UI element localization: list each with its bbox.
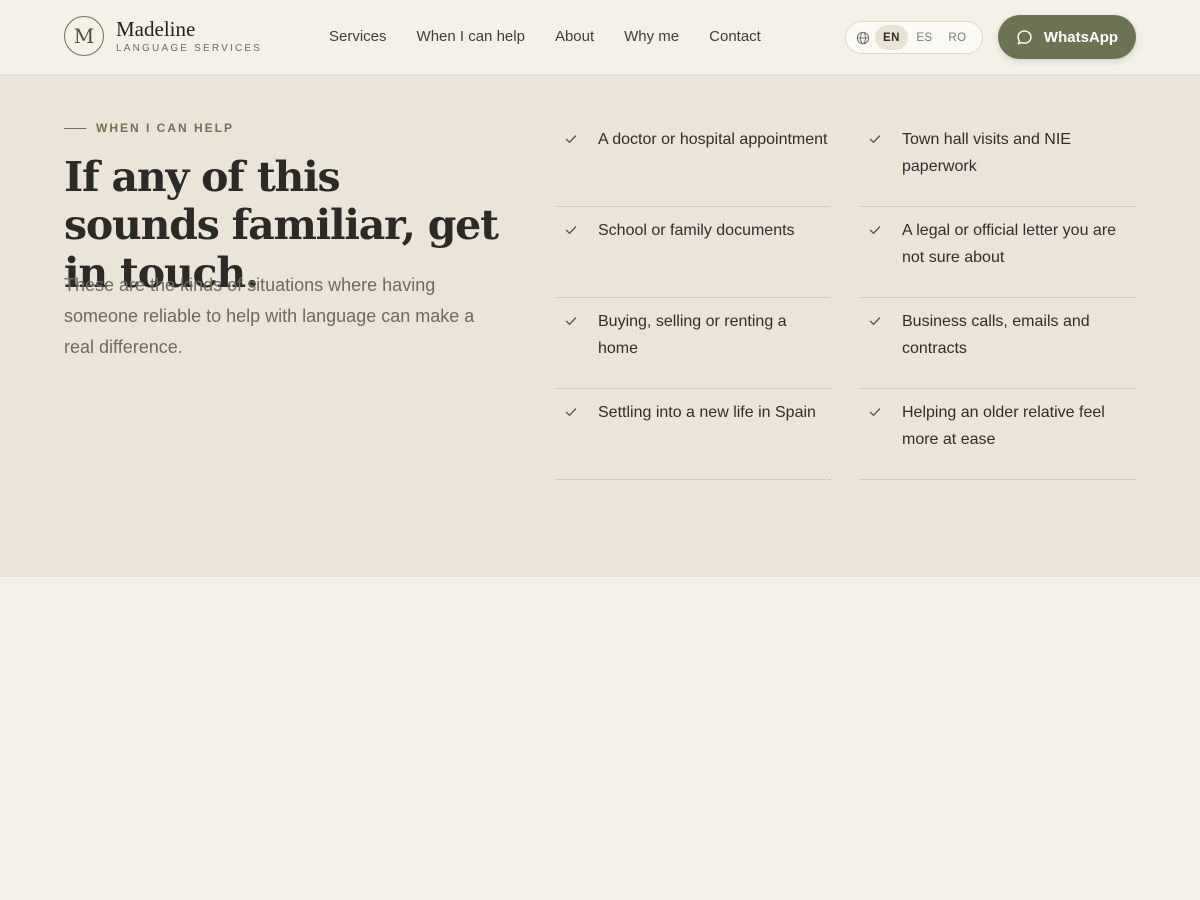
whatsapp-button-label: WhatsApp xyxy=(1043,28,1119,46)
list-item: Helping an older relative feel more at e… xyxy=(859,389,1136,480)
nav-link-contact[interactable]: Contact xyxy=(709,28,761,45)
chat-bubble-icon xyxy=(1017,29,1032,44)
check-icon xyxy=(565,408,577,416)
whatsapp-button[interactable]: WhatsApp xyxy=(998,15,1136,59)
globe-icon xyxy=(856,31,870,44)
list-item-text: A doctor or hospital appointment xyxy=(598,131,828,148)
when-i-can-help-section: WHEN I CAN HELP If any of this sounds fa… xyxy=(0,75,1200,577)
list-item-text: Town hall visits and NIE paperwork xyxy=(902,131,1071,175)
brand-tagline: LANGUAGE SERVICES xyxy=(116,43,263,54)
list-item-text: Helping an older relative feel more at e… xyxy=(902,404,1105,448)
check-icon xyxy=(565,226,577,234)
list-item: School or family documents xyxy=(555,207,831,298)
list-item-text: Settling into a new life in Spain xyxy=(598,404,816,421)
check-icon xyxy=(869,408,881,416)
list-item: Business calls, emails and contracts xyxy=(859,298,1136,389)
language-option-en[interactable]: EN xyxy=(875,25,908,50)
list-item: A legal or official letter you are not s… xyxy=(859,207,1136,298)
check-icon xyxy=(565,317,577,325)
list-item: Buying, selling or renting a home xyxy=(555,298,831,389)
situations-list: A doctor or hospital appointment Town ha… xyxy=(555,116,1136,480)
language-option-es[interactable]: ES xyxy=(908,25,941,50)
list-item-text: A legal or official letter you are not s… xyxy=(902,222,1117,266)
monogram-logo: M xyxy=(64,16,104,56)
site-header: M Madeline LANGUAGE SERVICES Services Wh… xyxy=(0,0,1200,75)
section-lead: These are the kinds of situations where … xyxy=(64,275,475,357)
section-eyebrow: WHEN I CAN HELP xyxy=(64,121,234,135)
nav-link-why-me[interactable]: Why me xyxy=(624,28,679,45)
eyebrow-label: WHEN I CAN HELP xyxy=(96,121,234,135)
list-item: A doctor or hospital appointment xyxy=(555,116,831,207)
list-item-text: Buying, selling or renting a home xyxy=(598,313,787,357)
language-switcher: EN ES RO xyxy=(845,21,983,54)
list-item: Town hall visits and NIE paperwork xyxy=(859,116,1136,207)
brand-text: Madeline LANGUAGE SERVICES xyxy=(116,18,262,54)
check-icon xyxy=(565,135,577,143)
list-item-text: Business calls, emails and contracts xyxy=(902,313,1090,357)
check-icon xyxy=(869,226,881,234)
eyebrow-divider xyxy=(64,127,86,129)
check-icon xyxy=(869,317,881,325)
list-item-text: School or family documents xyxy=(598,222,795,239)
nav-link-services[interactable]: Services xyxy=(329,28,387,45)
nav-link-when-i-can-help[interactable]: When I can help xyxy=(417,28,525,45)
brand-name: Madeline xyxy=(116,17,196,41)
nav-link-about[interactable]: About xyxy=(555,28,594,45)
check-icon xyxy=(869,135,881,143)
language-option-ro[interactable]: RO xyxy=(941,25,974,50)
brand-logo[interactable]: M Madeline LANGUAGE SERVICES xyxy=(64,16,262,56)
list-item: Settling into a new life in Spain xyxy=(555,389,831,480)
main-nav: Services When I can help About Why me Co… xyxy=(329,28,761,45)
